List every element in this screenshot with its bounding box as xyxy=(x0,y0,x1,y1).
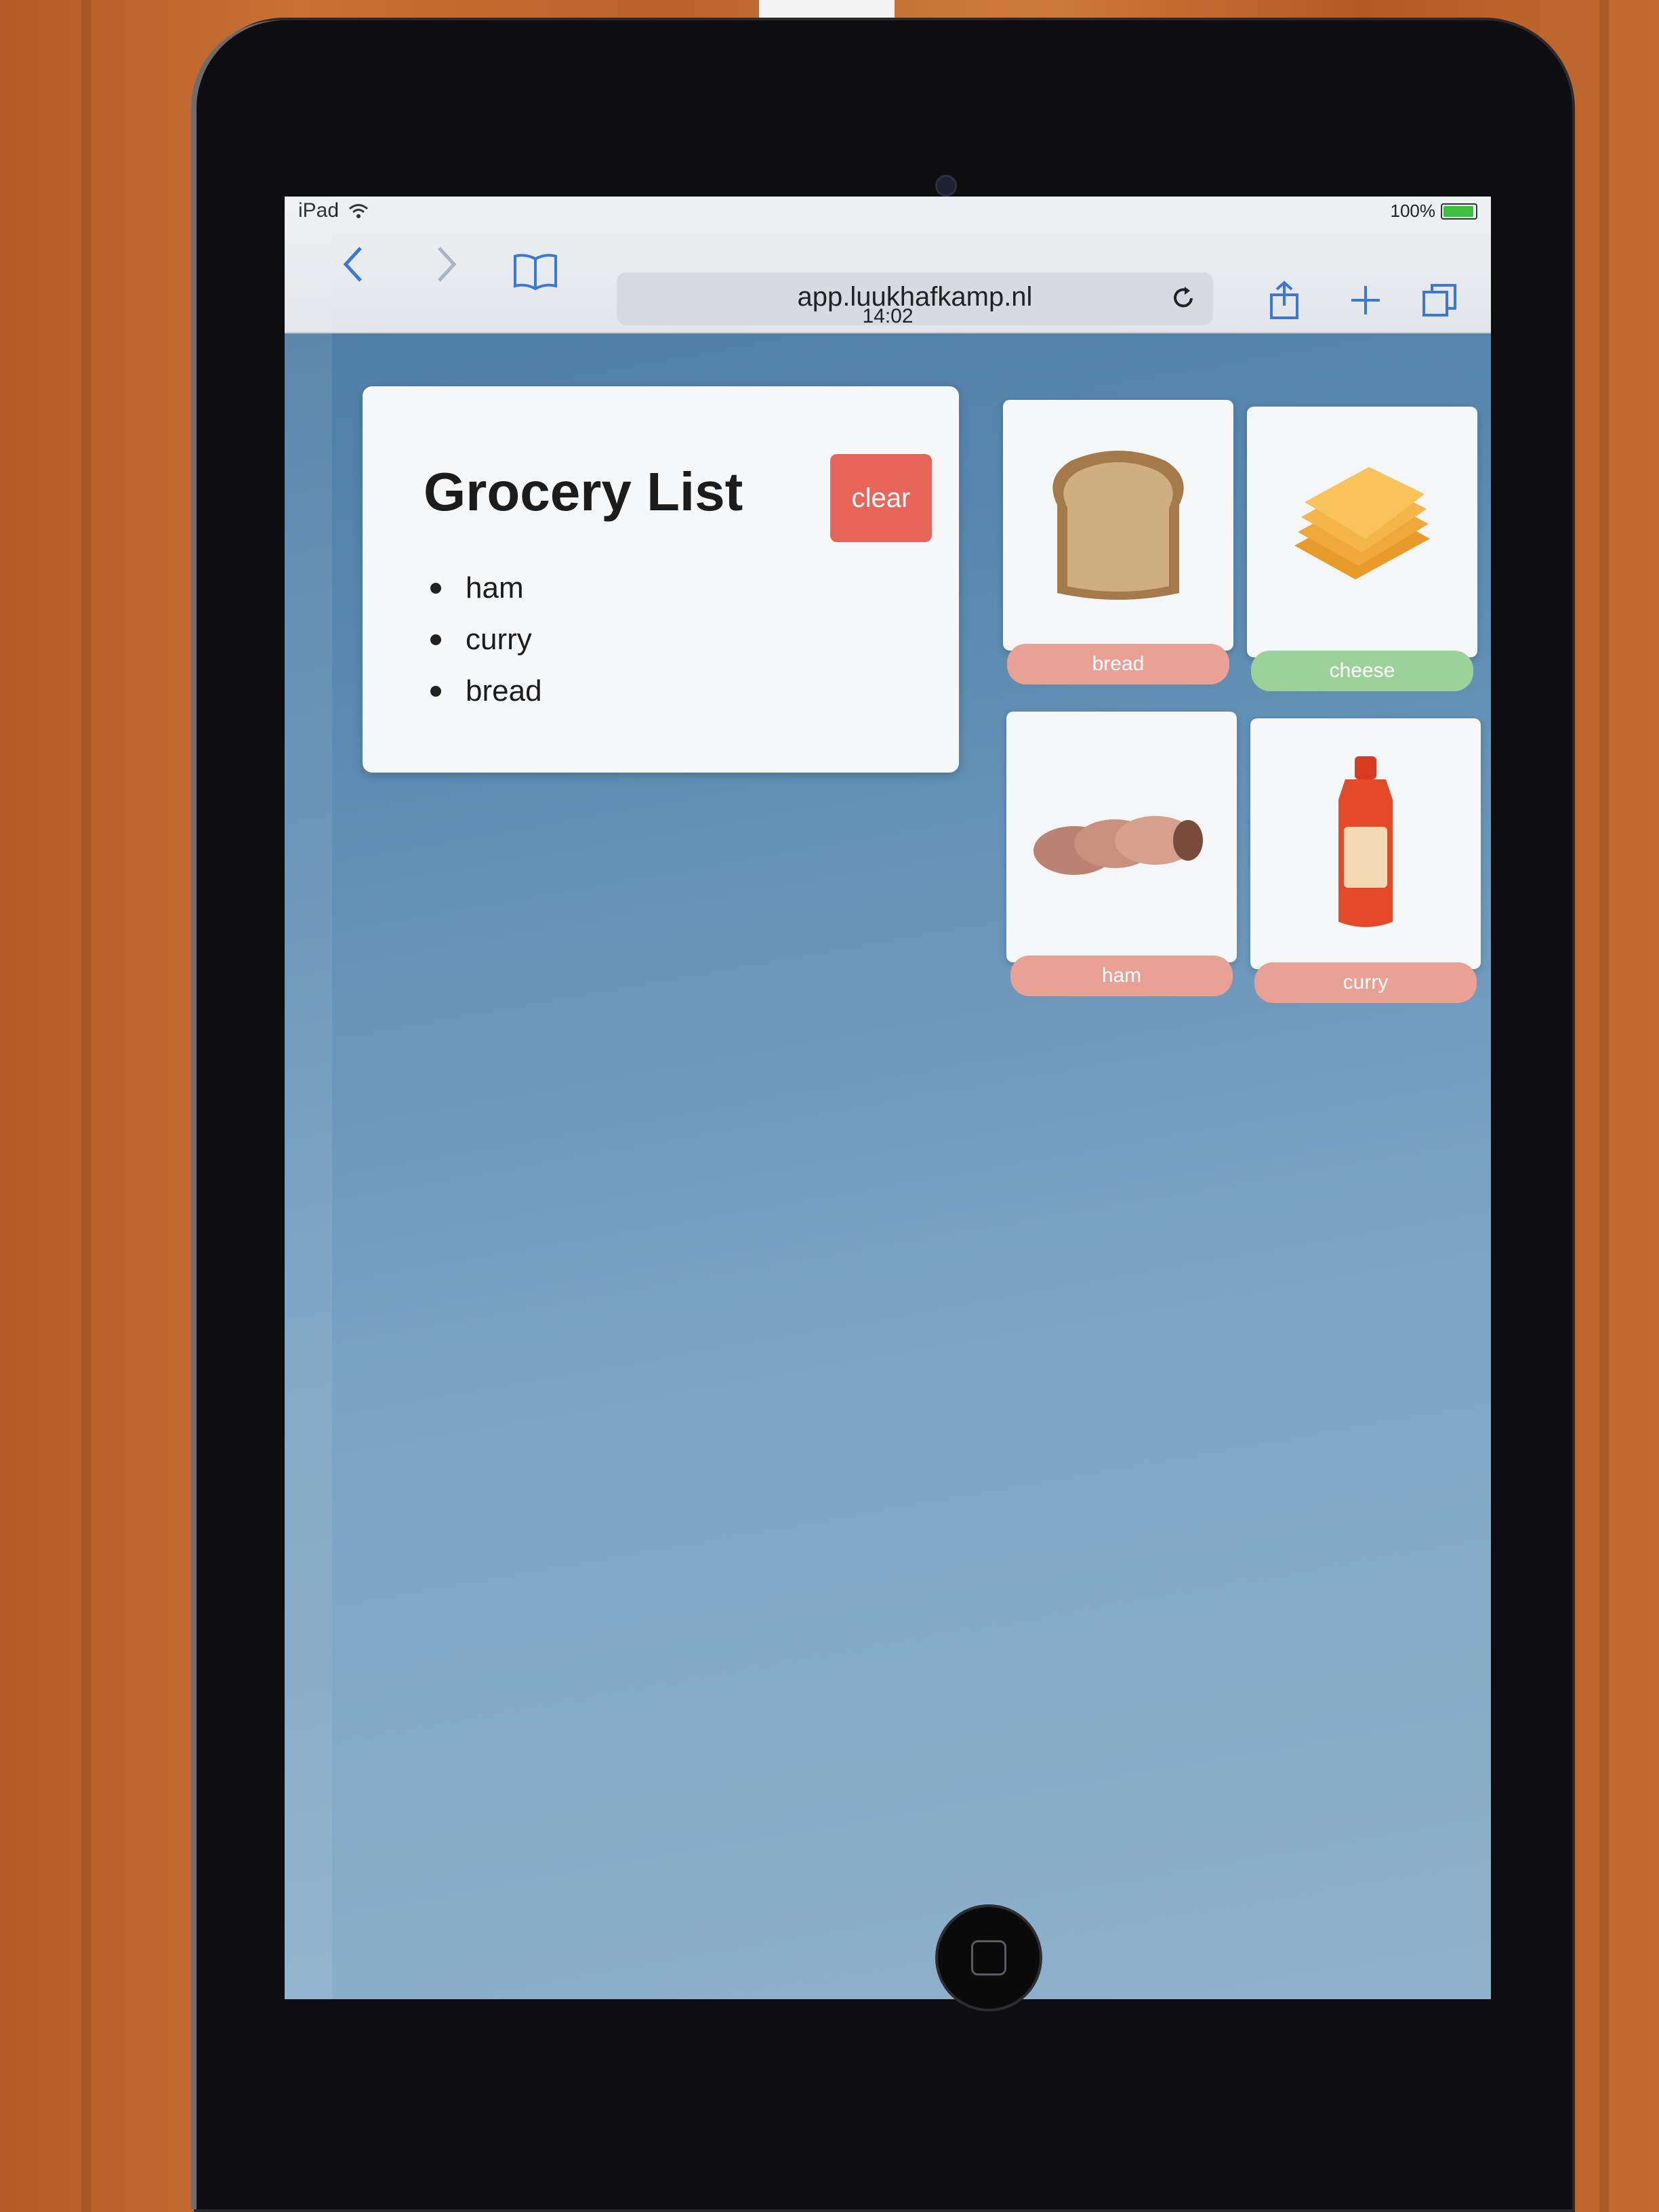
screen: iPad 100% app.luukhafkamp.nl 14:02 Groce… xyxy=(285,197,1491,1999)
clear-button[interactable]: clear xyxy=(830,454,932,542)
product-tile-bread[interactable]: bread xyxy=(1003,400,1233,684)
back-icon xyxy=(343,247,362,282)
grocery-items: ham curry bread xyxy=(430,562,542,717)
ipad-device: iPad 100% app.luukhafkamp.nl 14:02 Groce… xyxy=(197,20,1572,2209)
new-tab-icon xyxy=(1351,286,1380,314)
list-title: Grocery List xyxy=(424,462,743,522)
battery-level xyxy=(1443,205,1473,217)
grocery-list-card: Grocery List clear ham curry bread xyxy=(363,386,959,773)
back-button[interactable] xyxy=(325,237,380,291)
share-button[interactable] xyxy=(1261,276,1308,324)
cheese-slices-icon xyxy=(1294,467,1430,579)
product-toggle-button[interactable]: ham xyxy=(1010,956,1233,996)
bullet-icon xyxy=(430,583,441,594)
home-square-icon xyxy=(971,1940,1006,1975)
bookmarks-icon xyxy=(514,253,557,291)
product-toggle-button[interactable]: curry xyxy=(1254,962,1477,1003)
status-battery: 100% xyxy=(1391,201,1477,222)
share-icon xyxy=(1270,281,1298,319)
bullet-icon xyxy=(430,634,441,645)
bookmarks-button[interactable] xyxy=(508,244,562,298)
tabs-button[interactable] xyxy=(1416,276,1464,324)
product-toggle-button[interactable]: bread xyxy=(1007,644,1229,684)
product-image[interactable] xyxy=(1003,400,1233,651)
status-time: 14:02 xyxy=(862,305,914,327)
list-item: curry xyxy=(430,614,542,665)
product-image[interactable] xyxy=(1006,712,1237,962)
tabs-icon xyxy=(1422,284,1456,316)
front-camera xyxy=(935,175,957,197)
ham-rolls-icon xyxy=(1033,816,1203,875)
product-tile-cheese[interactable]: cheese xyxy=(1247,407,1477,691)
wifi-icon xyxy=(349,204,369,218)
forward-icon xyxy=(438,247,457,282)
curry-bottle-icon xyxy=(1338,756,1393,927)
bullet-icon xyxy=(430,686,441,697)
home-button[interactable] xyxy=(935,1904,1042,2011)
product-tile-ham[interactable]: ham xyxy=(1006,712,1237,996)
product-image[interactable] xyxy=(1247,407,1477,657)
safari-toolbar: iPad 100% app.luukhafkamp.nl 14:02 xyxy=(285,197,1491,333)
list-item: ham xyxy=(430,562,542,614)
list-item: bread xyxy=(430,665,542,717)
battery-icon xyxy=(1441,203,1477,220)
product-tile-curry[interactable]: curry xyxy=(1250,718,1481,1003)
forward-button[interactable] xyxy=(420,237,474,291)
new-tab-button[interactable] xyxy=(1342,276,1389,324)
product-image[interactable] xyxy=(1250,718,1481,969)
product-toggle-button[interactable]: cheese xyxy=(1251,651,1473,691)
bread-slice-icon xyxy=(1052,451,1184,600)
